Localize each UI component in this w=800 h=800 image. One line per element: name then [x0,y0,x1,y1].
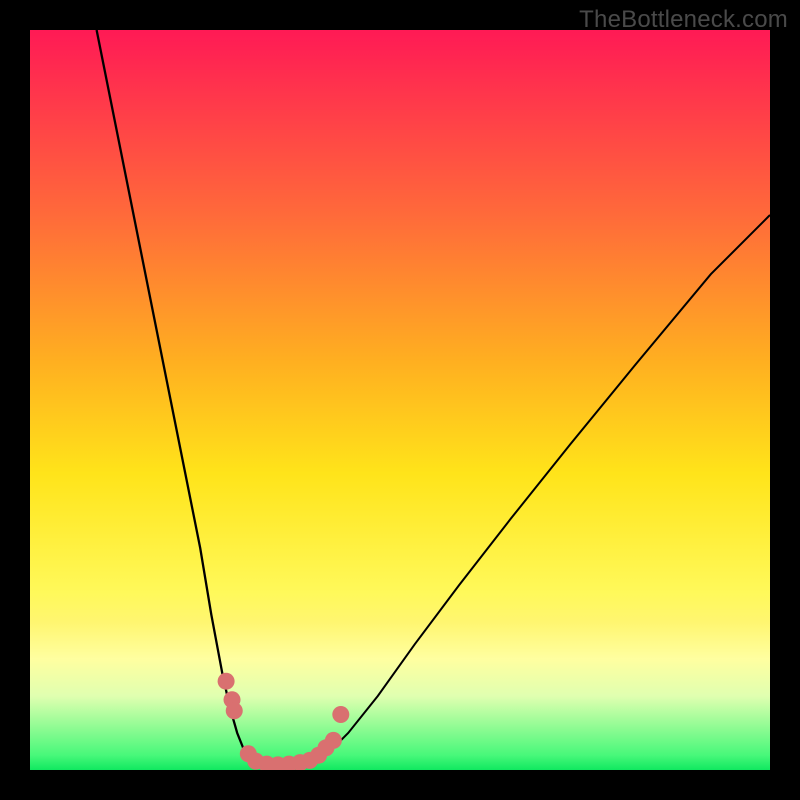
knee-marker [226,702,243,719]
watermark-text: TheBottleneck.com [579,6,788,34]
curve-left [97,30,260,766]
knee-marker-group [218,673,350,770]
chart-svg [30,30,770,770]
chart-plot-area [30,30,770,770]
knee-marker [325,732,342,749]
knee-marker [218,673,235,690]
knee-marker [332,706,349,723]
curve-right [311,215,770,766]
